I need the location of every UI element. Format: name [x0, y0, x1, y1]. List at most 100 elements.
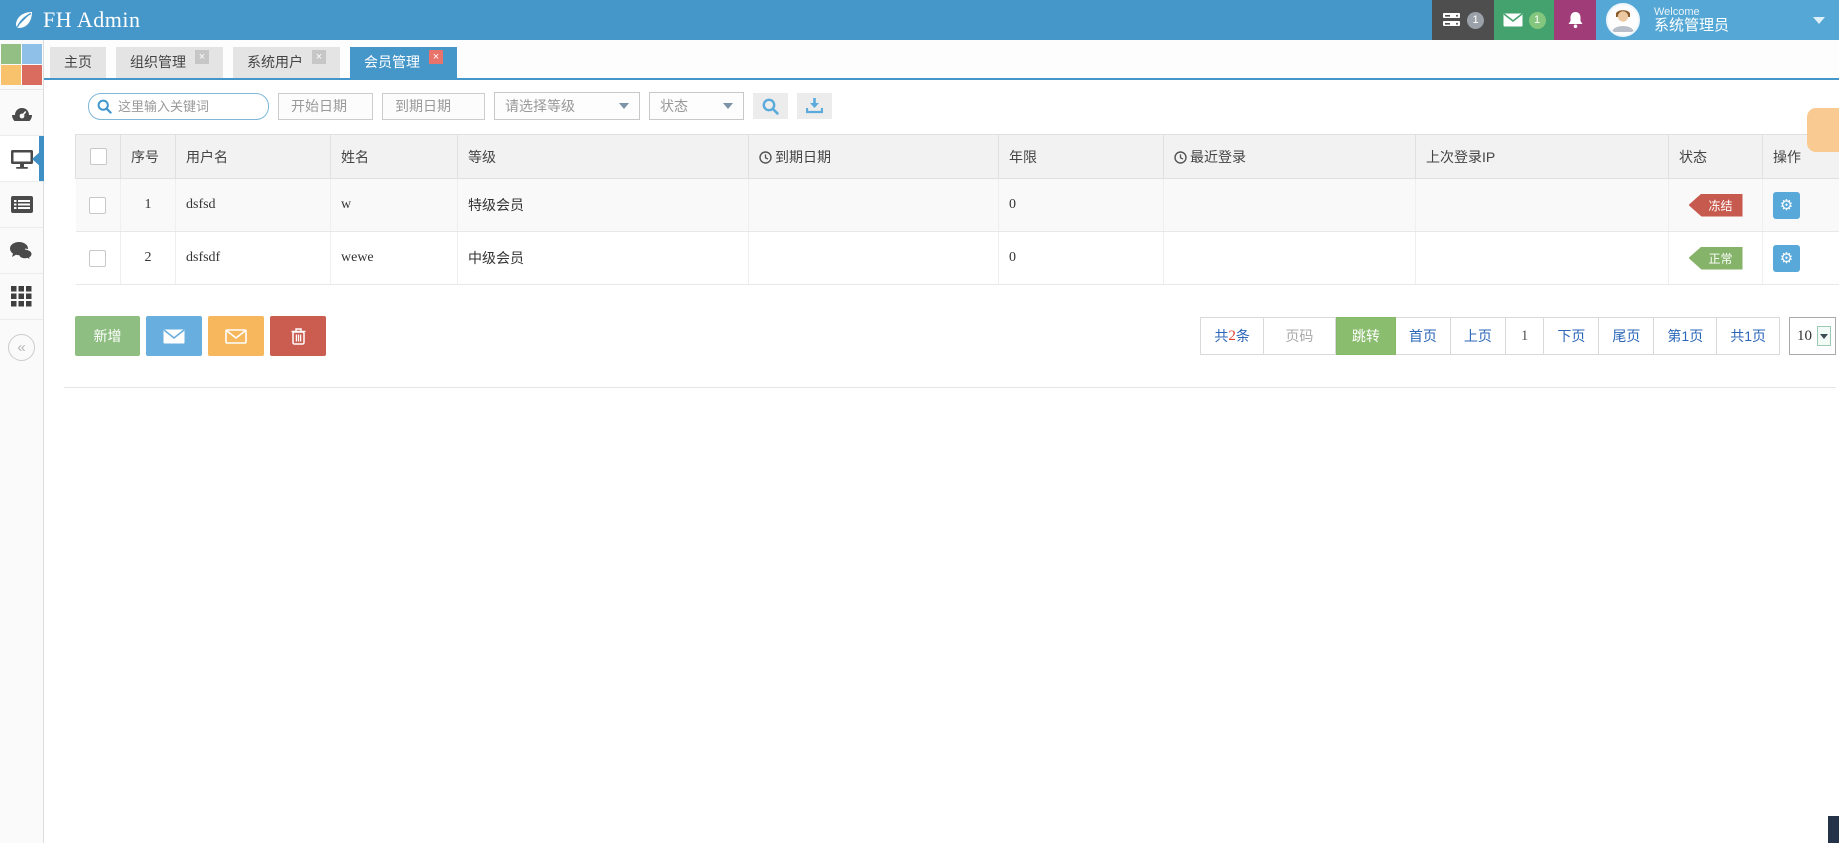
- col-years: 年限: [998, 134, 1164, 179]
- next-page-link[interactable]: 下页: [1544, 317, 1600, 355]
- select-all-checkbox[interactable]: [89, 148, 107, 165]
- topbar: FH Admin 1 1 Welcome 系统管理员: [0, 0, 1839, 40]
- tab-label: 会员管理: [364, 54, 420, 70]
- main-content: 主页 组织管理 × 系统用户 × 会员管理 × 开始日期: [44, 40, 1839, 843]
- user-menu-button[interactable]: Welcome 系统管理员: [1596, 0, 1839, 40]
- cell-years: 0: [998, 178, 1164, 232]
- col-level: 等级: [457, 134, 749, 179]
- start-date-field[interactable]: 开始日期: [278, 92, 373, 120]
- tab-member-management[interactable]: 会员管理 ×: [350, 47, 457, 78]
- col-status: 状态: [1668, 134, 1763, 179]
- total-count-value: 2: [1228, 327, 1236, 344]
- tasks-count-badge: 1: [1467, 11, 1484, 29]
- mail-outline-icon: [225, 328, 247, 344]
- sidebar-item-apps[interactable]: [0, 274, 43, 320]
- status-badge: 冻结: [1688, 193, 1743, 217]
- leaf-logo-icon: [12, 8, 36, 32]
- row-checkbox[interactable]: [89, 249, 107, 267]
- row-settings-button[interactable]: ⚙: [1773, 191, 1800, 219]
- level-select[interactable]: 请选择等级: [494, 92, 640, 120]
- cell-years: 0: [998, 231, 1164, 285]
- status-badge: 正常: [1688, 246, 1743, 270]
- tasks-menu-button[interactable]: 1: [1432, 0, 1494, 40]
- tab-close-icon[interactable]: ×: [429, 49, 443, 64]
- col-index: 序号: [120, 134, 176, 179]
- sidebar-item-dashboard[interactable]: [0, 90, 43, 136]
- logo-square-green: [1, 44, 21, 64]
- last-page-link[interactable]: 尾页: [1599, 317, 1655, 355]
- page-number-input[interactable]: [1274, 328, 1325, 344]
- bulk-actions: 新增: [75, 316, 326, 356]
- level-select-value: 请选择等级: [505, 98, 575, 114]
- download-icon: [806, 98, 823, 114]
- page-info: 第1页: [1654, 317, 1718, 355]
- cell-name: w: [330, 178, 458, 232]
- chevron-down-icon: [619, 103, 629, 109]
- pagination: 共2条 跳转 首页 上页 1 下页 尾页 第1页 共1页 10: [1200, 317, 1836, 355]
- search-toolbar: 开始日期 到期日期 请选择等级 状态: [88, 92, 1839, 120]
- keyword-input[interactable]: [118, 98, 248, 114]
- logo-square-blue: [22, 44, 42, 64]
- sidebar-item-messages[interactable]: [0, 228, 43, 274]
- user-welcome: Welcome 系统管理员: [1654, 6, 1729, 35]
- cell-last-ip: [1415, 231, 1669, 285]
- sidebar-item-members[interactable]: [0, 136, 44, 182]
- delete-button[interactable]: [270, 316, 326, 356]
- export-button[interactable]: [797, 93, 832, 119]
- tab-home[interactable]: 主页: [50, 47, 106, 78]
- server-icon: [1442, 12, 1461, 28]
- end-date-field[interactable]: 到期日期: [382, 92, 485, 120]
- page-size-select[interactable]: 10: [1789, 317, 1836, 355]
- tab-label: 组织管理: [130, 54, 186, 70]
- status-select[interactable]: 状态: [649, 92, 744, 120]
- total-pages: 共1页: [1717, 317, 1780, 355]
- total-count: 共2条: [1200, 317, 1264, 355]
- scrollbar-thumb[interactable]: [1828, 816, 1839, 843]
- list-icon: [10, 195, 34, 214]
- content-divider: [64, 387, 1836, 388]
- send-email-button[interactable]: [208, 316, 264, 356]
- sidebar: «: [0, 40, 44, 843]
- messages-count-badge: 1: [1528, 11, 1546, 29]
- add-button[interactable]: 新增: [75, 316, 140, 356]
- total-suffix: 条: [1235, 328, 1250, 344]
- tab-org-management[interactable]: 组织管理 ×: [116, 47, 223, 78]
- sidebar-collapse-button[interactable]: «: [8, 334, 35, 361]
- prev-page-link[interactable]: 上页: [1450, 317, 1506, 355]
- notifications-button[interactable]: [1554, 0, 1596, 40]
- row-settings-button[interactable]: ⚙: [1773, 244, 1800, 272]
- tab-close-icon[interactable]: ×: [195, 49, 209, 64]
- sidebar-logo: [0, 40, 43, 90]
- avatar: [1606, 3, 1640, 37]
- dashboard-icon: [10, 103, 34, 123]
- tab-system-users[interactable]: 系统用户 ×: [233, 47, 340, 78]
- cell-expire-date: [748, 231, 999, 285]
- mail-icon: [163, 328, 185, 344]
- grid-icon: [11, 286, 32, 307]
- search-icon: [97, 99, 112, 114]
- row-checkbox[interactable]: [89, 196, 107, 214]
- first-page-link[interactable]: 首页: [1395, 317, 1451, 355]
- members-table: 序号 用户名 姓名 等级 到期日期 年限 最近登录 上次登录IP 状态 操作 1…: [75, 134, 1839, 285]
- tab-label: 主页: [64, 54, 92, 70]
- side-panel-handle[interactable]: [1807, 108, 1839, 152]
- bell-icon: [1567, 11, 1584, 29]
- welcome-label: Welcome: [1654, 5, 1700, 18]
- username-label: 系统管理员: [1654, 16, 1730, 34]
- table-row: 1 dsfsd w 特级会员 0 冻结 ⚙: [75, 178, 1839, 232]
- jump-button[interactable]: 跳转: [1335, 317, 1396, 355]
- keyword-search-box: [88, 92, 269, 120]
- col-label: 到期日期: [775, 148, 831, 165]
- sidebar-item-forms[interactable]: [0, 182, 43, 228]
- total-prefix: 共: [1214, 328, 1229, 344]
- brand: FH Admin: [0, 0, 141, 40]
- tab-close-icon[interactable]: ×: [312, 49, 326, 64]
- cell-last-ip: [1415, 178, 1669, 232]
- cell-username: dsfsdf: [175, 231, 331, 285]
- app-title: FH Admin: [43, 7, 141, 32]
- table-header-row: 序号 用户名 姓名 等级 到期日期 年限 最近登录 上次登录IP 状态 操作: [75, 134, 1839, 179]
- send-message-button[interactable]: [146, 316, 202, 356]
- search-button[interactable]: [753, 93, 788, 119]
- messages-menu-button[interactable]: 1: [1494, 0, 1554, 40]
- table-row: 2 dsfsdf wewe 中级会员 0 正常 ⚙: [75, 231, 1839, 285]
